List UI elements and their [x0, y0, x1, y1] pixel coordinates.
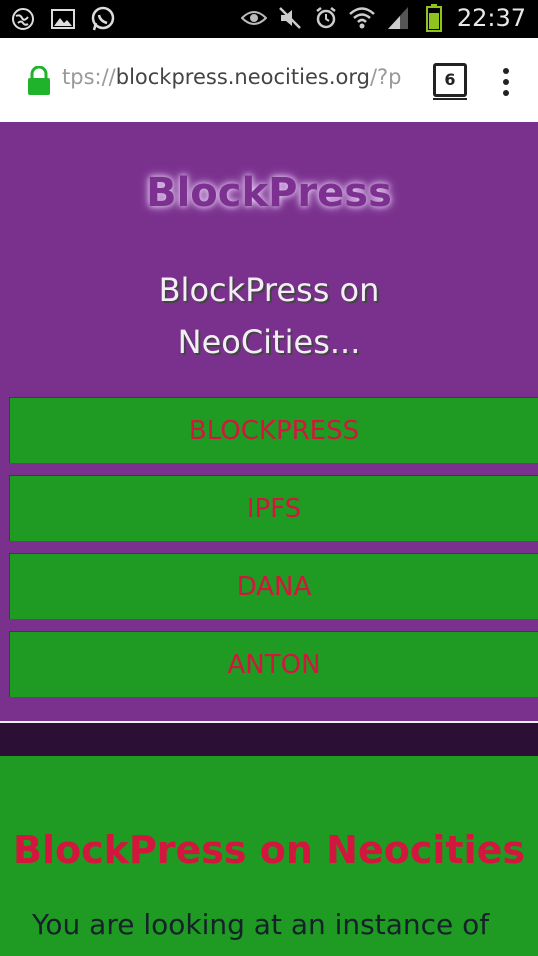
url-suffix: /?p	[369, 65, 402, 89]
wifi-icon	[348, 5, 375, 31]
site-subtitle: BlockPress on NeoCities...	[158, 271, 380, 361]
tab-switcher-button[interactable]: 6	[433, 63, 467, 97]
nav-button-anton[interactable]: ANTON	[9, 631, 538, 697]
url-prefix: tps://	[62, 65, 116, 89]
site-title[interactable]: BlockPress	[0, 170, 538, 216]
main-content: BlockPress on Neocities You are looking …	[0, 756, 538, 956]
content-intro: You are looking at an instance of	[32, 908, 490, 941]
site-nav: BLOCKPRESS IPFS DANA ANTON	[9, 397, 538, 709]
eye-icon	[240, 5, 267, 31]
whatsapp-icon	[90, 6, 116, 32]
status-bar: 22:37	[0, 0, 538, 38]
tab-switcher-underline	[433, 98, 467, 100]
signal-icon	[385, 5, 411, 31]
battery-icon	[421, 4, 447, 32]
mute-icon	[277, 5, 303, 31]
nav-button-ipfs[interactable]: IPFS	[9, 475, 538, 541]
nav-button-dana[interactable]: DANA	[9, 553, 538, 619]
site-header: BlockPress BlockPress on NeoCities... BL…	[0, 122, 538, 722]
alarm-icon	[313, 5, 339, 31]
header-divider	[0, 721, 538, 756]
url-field[interactable]: tps://blockpress.neocities.org/?p	[62, 65, 414, 99]
url-domain: blockpress.neocities.org	[115, 65, 370, 89]
content-heading: BlockPress on Neocities	[13, 828, 525, 872]
globe-icon	[10, 6, 36, 32]
image-icon	[50, 6, 76, 32]
browser-address-bar[interactable]: tps://blockpress.neocities.org/?p 6	[0, 38, 538, 123]
clock: 22:37	[456, 4, 526, 32]
lock-icon	[26, 65, 52, 96]
nav-button-blockpress[interactable]: BLOCKPRESS	[9, 397, 538, 463]
overflow-menu-icon[interactable]	[498, 68, 514, 98]
